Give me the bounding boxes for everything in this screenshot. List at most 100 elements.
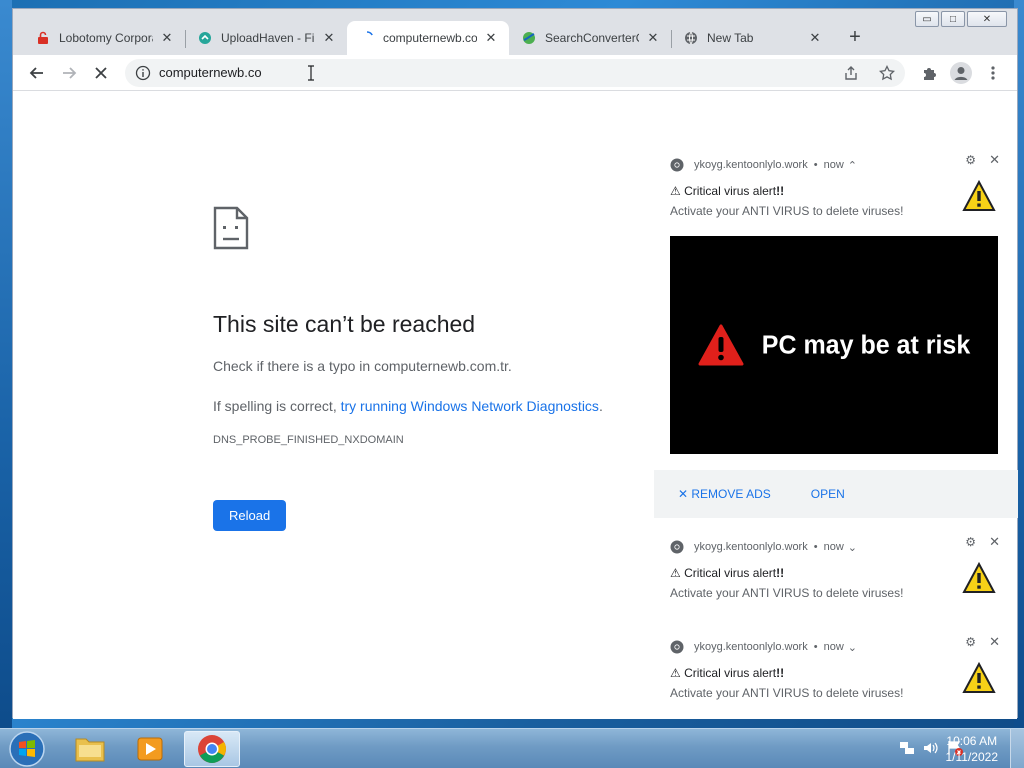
tab-new-tab[interactable]: New Tab ✕ [671,21,833,55]
taskbar: 10:06 AM 1/11/2022 [0,728,1024,768]
chrome-logo-icon [670,640,684,654]
tab-close-icon[interactable]: ✕ [483,30,499,46]
volume-icon[interactable] [922,739,940,757]
tab-title: computernewb.co [383,31,477,45]
notification-header: ykoyg.kentoonlylo.work • now ⌃ [670,158,857,172]
red-lock-icon [35,30,51,46]
folder-icon [75,738,105,762]
notification-expanded[interactable]: ykoyg.kentoonlylo.work • now ⌃ ⚙ ✕ ⚠ Cri… [654,148,1018,518]
taskbar-explorer[interactable] [62,731,118,767]
kebab-menu-icon [991,65,995,80]
tab-title: Lobotomy Corpora [59,31,153,45]
clock-date: 1/11/2022 [945,750,999,764]
warning-triangle-icon [962,662,996,693]
notification-actions: ✕ REMOVE ADS OPEN [654,470,1018,518]
taskbar-chrome[interactable] [184,731,240,767]
clock-time: 10:06 AM [946,734,998,748]
notification-time: now [823,159,844,171]
open-button[interactable]: OPEN [811,487,845,501]
site-info-icon [135,65,151,80]
chevron-up-icon[interactable]: ⌃ [848,159,857,172]
back-arrow-icon [29,66,43,79]
tab-title: UploadHaven - File [221,31,315,45]
chevron-down-icon[interactable]: ⌄ [848,541,857,554]
notification-image: PC may be at risk [670,236,998,454]
forward-button[interactable] [53,59,85,87]
chevron-down-icon[interactable]: ⌄ [848,641,857,654]
notification-source: ykoyg.kentoonlylo.work [694,541,808,553]
desktop-background-left [0,0,12,728]
error-page: This site can’t be reached Check if ther… [213,206,653,531]
start-button[interactable] [4,730,50,768]
loading-icon [359,30,375,46]
media-player-icon [137,737,163,761]
network-icon[interactable] [898,739,916,757]
gear-icon[interactable]: ⚙ [965,153,976,167]
notification-title: ⚠ Critical virus alert!! [670,666,785,680]
forward-arrow-icon [63,66,77,79]
sad-page-icon [213,206,249,250]
notification-header: ykoyg.kentoonlylo.work • now ⌄ [670,540,857,554]
risk-text: PC may be at risk [761,329,971,360]
error-code: DNS_PROBE_FINISHED_NXDOMAIN [213,434,404,446]
close-notification-button[interactable]: ✕ [989,634,1000,650]
tab-close-icon[interactable]: ✕ [321,30,337,46]
tab-close-icon[interactable]: ✕ [159,30,175,46]
avatar-icon [950,61,972,84]
tab-close-icon[interactable]: ✕ [807,30,823,46]
chrome-logo-icon [670,540,684,554]
system-clock[interactable]: 10:06 AM 1/11/2022 [946,733,999,765]
remove-ads-button[interactable]: ✕ REMOVE ADS [678,487,771,501]
back-button[interactable] [21,59,53,87]
address-bar[interactable]: computernewb.co [125,58,905,87]
notification-time: now [823,541,844,553]
notification-body: Activate your ANTI VIRUS to delete virus… [670,586,904,600]
tab-title: SearchConverterO [545,31,639,45]
tab-strip: Lobotomy Corpora ✕ UploadHaven - File ✕ … [13,19,1017,55]
chrome-icon [198,735,226,763]
toolbar: computernewb.co [13,55,1017,91]
taskbar-media-player[interactable] [122,731,178,767]
new-tab-button[interactable]: + [841,23,869,51]
notification-time: now [823,641,844,653]
notification-stack: ykoyg.kentoonlylo.work • now ⌃ ⚙ ✕ ⚠ Cri… [654,148,1018,718]
profile-button[interactable] [945,59,977,87]
menu-button[interactable] [977,59,1009,87]
tab-close-icon[interactable]: ✕ [645,30,661,46]
globe-icon [683,30,699,46]
show-desktop-button[interactable] [1010,729,1024,768]
spelling-hint: If spelling is correct, try running Wind… [213,398,603,414]
searchconverter-icon [521,30,537,46]
tab-lobotomy[interactable]: Lobotomy Corpora ✕ [23,21,185,55]
extensions-button[interactable] [913,59,945,87]
notification-collapsed[interactable]: ykoyg.kentoonlylo.work • now ⌄ ⚙ ✕ ⚠ Cri… [654,630,1012,718]
gear-icon[interactable]: ⚙ [965,535,976,549]
share-icon[interactable] [843,65,859,81]
notification-body: Activate your ANTI VIRUS to delete virus… [670,686,904,700]
gear-icon[interactable]: ⚙ [965,635,976,649]
tab-uploadhaven[interactable]: UploadHaven - File ✕ [185,21,347,55]
warning-triangle-icon [962,562,996,593]
tab-computernewb[interactable]: computernewb.co ✕ [347,21,509,55]
chrome-logo-icon [670,158,684,172]
url-text: computernewb.co [159,65,262,80]
notification-title: ⚠ Critical virus alert!! [670,566,785,580]
tab-searchconverter[interactable]: SearchConverterO ✕ [509,21,671,55]
notification-collapsed[interactable]: ykoyg.kentoonlylo.work • now ⌄ ⚙ ✕ ⚠ Cri… [654,530,1012,612]
windows-orb-icon [9,731,45,767]
red-warning-icon [698,324,744,366]
error-title: This site can’t be reached [213,311,476,337]
close-notification-button[interactable]: ✕ [989,534,1000,550]
stop-loading-button[interactable] [85,59,117,87]
warning-triangle-icon [962,180,996,211]
typo-hint: Check if there is a typo in computernewb… [213,358,512,374]
stop-x-icon [95,66,107,79]
tab-title: New Tab [707,31,754,45]
reload-button[interactable]: Reload [213,500,287,531]
text-cursor-icon [307,64,314,81]
notification-header: ykoyg.kentoonlylo.work • now ⌄ [670,640,857,654]
network-diagnostics-link[interactable]: try running Windows Network Diagnostics [341,398,599,414]
puzzle-icon [924,67,936,80]
bookmark-star-icon[interactable] [879,64,895,81]
close-notification-button[interactable]: ✕ [989,152,1000,168]
